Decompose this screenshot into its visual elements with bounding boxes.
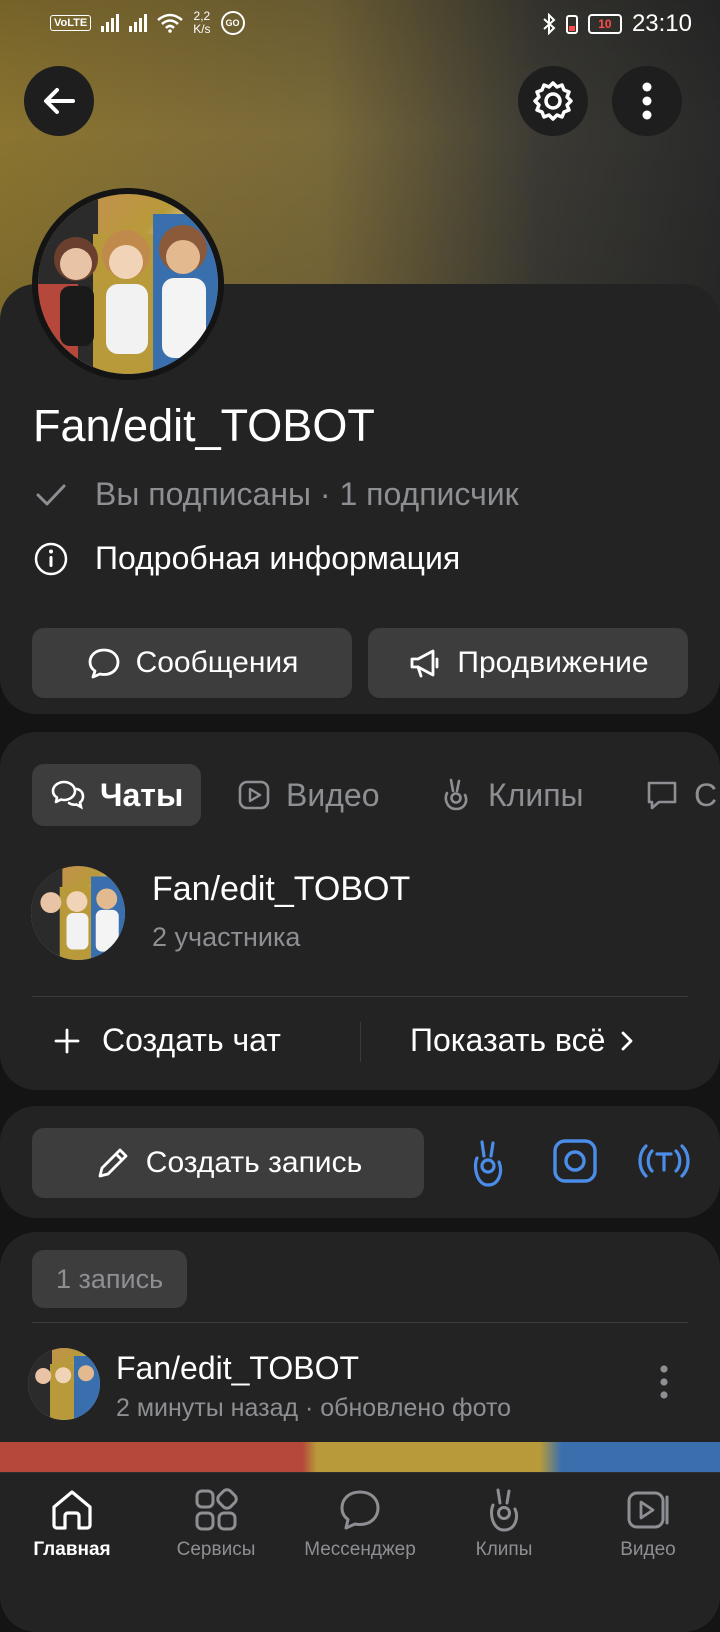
create-post-button[interactable]: Создать запись (32, 1128, 424, 1198)
phone-battery-icon (565, 15, 578, 34)
divider (32, 996, 688, 997)
arrow-left-icon (44, 88, 75, 114)
subscription-status: Вы подписаны · 1 подписчик (95, 476, 519, 512)
tab-more[interactable]: С (644, 764, 717, 826)
details-link: Подробная информация (95, 540, 461, 576)
gear-icon (533, 81, 573, 121)
create-chat-button[interactable]: Создать чат (54, 1022, 281, 1059)
nav-home-label: Главная (33, 1539, 111, 1560)
avatar-image (38, 194, 218, 374)
bottom-navigation: Главная Сервисы Мессенджер Клипы Видео (0, 1472, 720, 1601)
tab-clips-label: Клипы (488, 776, 584, 813)
post-author-avatar[interactable] (28, 1348, 100, 1420)
show-all-label: Показать всё (410, 1022, 606, 1058)
signal-icon (129, 14, 148, 32)
post-options-button[interactable] (658, 1364, 670, 1400)
clip-upload-button[interactable] (466, 1138, 510, 1190)
chat-title[interactable]: Fan/edit_TOBOT (152, 870, 410, 909)
nav-services[interactable]: Сервисы (144, 1473, 288, 1601)
post-meta: 2 минуты назад · обновлено фото (116, 1394, 512, 1422)
more-vertical-icon (642, 82, 652, 120)
info-icon (34, 542, 68, 575)
show-all-button[interactable]: Показать всё (410, 1022, 635, 1059)
details-row[interactable]: Подробная информация (33, 540, 460, 577)
wifi-icon (157, 13, 184, 33)
story-button[interactable] (552, 1138, 598, 1184)
nav-services-label: Сервисы (176, 1539, 256, 1560)
message-bubble-icon (88, 648, 119, 679)
checkmark-icon (36, 484, 66, 505)
battery-indicator: 10 (587, 14, 622, 34)
divider (32, 1322, 688, 1323)
volte-indicator: VoLTE (50, 15, 92, 31)
post-author-name[interactable]: Fan/edit_TOBOT (116, 1350, 359, 1387)
tab-chats[interactable]: Чаты (32, 764, 202, 826)
settings-button[interactable] (518, 66, 588, 136)
create-chat-label: Создать чат (102, 1022, 281, 1058)
nav-video-label: Видео (620, 1539, 676, 1560)
chats-section-card: Чаты Видео Клипы С Fan/edit_TOBOT 2 учас… (0, 732, 720, 1090)
more-vertical-icon (660, 1365, 668, 1399)
video-icon (627, 1491, 669, 1529)
chats-icon (51, 780, 85, 810)
tab-video-label: Видео (286, 776, 380, 813)
promotion-label: Продвижение (457, 646, 649, 679)
clips-icon (444, 778, 468, 811)
bluetooth-icon (543, 13, 556, 35)
nav-home[interactable]: Главная (0, 1473, 144, 1601)
nav-clips[interactable]: Клипы (432, 1473, 576, 1601)
back-button[interactable] (24, 66, 94, 136)
messenger-icon (340, 1490, 380, 1530)
clips-icon (473, 1140, 503, 1187)
profile-name: Fan/edit_TOBOT (33, 400, 375, 451)
create-post-label: Создать запись (145, 1146, 363, 1179)
vertical-divider (360, 1022, 361, 1062)
tab-video[interactable]: Видео (236, 764, 379, 826)
broadcast-icon (638, 1144, 690, 1178)
nav-clips-label: Клипы (475, 1539, 533, 1560)
chat-members: 2 участника (152, 922, 301, 952)
go-badge: GO (220, 11, 245, 35)
plus-icon (54, 1028, 80, 1053)
clips-icon (489, 1488, 519, 1532)
clock: 23:10 (631, 10, 692, 37)
promotion-button[interactable]: Продвижение (368, 628, 688, 698)
messages-button[interactable]: Сообщения (32, 628, 352, 698)
more-menu-button[interactable] (612, 66, 682, 136)
comment-icon (647, 781, 677, 810)
tab-clips[interactable]: Клипы (438, 764, 584, 826)
profile-avatar[interactable] (32, 188, 224, 380)
status-bar: VoLTE 2,2 K/s GO 10 23:10 (0, 0, 720, 50)
broadcast-button[interactable] (636, 1140, 692, 1182)
pencil-icon (98, 1148, 128, 1178)
tab-chats-label: Чаты (100, 776, 184, 813)
nav-video[interactable]: Видео (576, 1473, 720, 1601)
chevron-right-icon (621, 1031, 633, 1050)
chat-avatar[interactable] (31, 866, 125, 960)
posts-count-badge[interactable]: 1 запись (32, 1250, 188, 1308)
messages-label: Сообщения (135, 646, 299, 679)
nav-messenger-label: Мессенджер (304, 1539, 416, 1560)
services-icon (195, 1488, 238, 1531)
tab-more-label: С (694, 776, 718, 813)
subscription-row[interactable]: Вы подписаны · 1 подписчик (33, 476, 519, 513)
video-play-icon (238, 780, 270, 810)
megaphone-icon (410, 649, 439, 678)
home-icon (52, 1490, 92, 1530)
signal-icon (101, 14, 120, 32)
composer-card: Создать запись (0, 1106, 720, 1218)
network-speed: 2,2 K/s (193, 9, 211, 36)
nav-messenger[interactable]: Мессенджер (288, 1473, 432, 1601)
instagram-icon (553, 1139, 597, 1183)
